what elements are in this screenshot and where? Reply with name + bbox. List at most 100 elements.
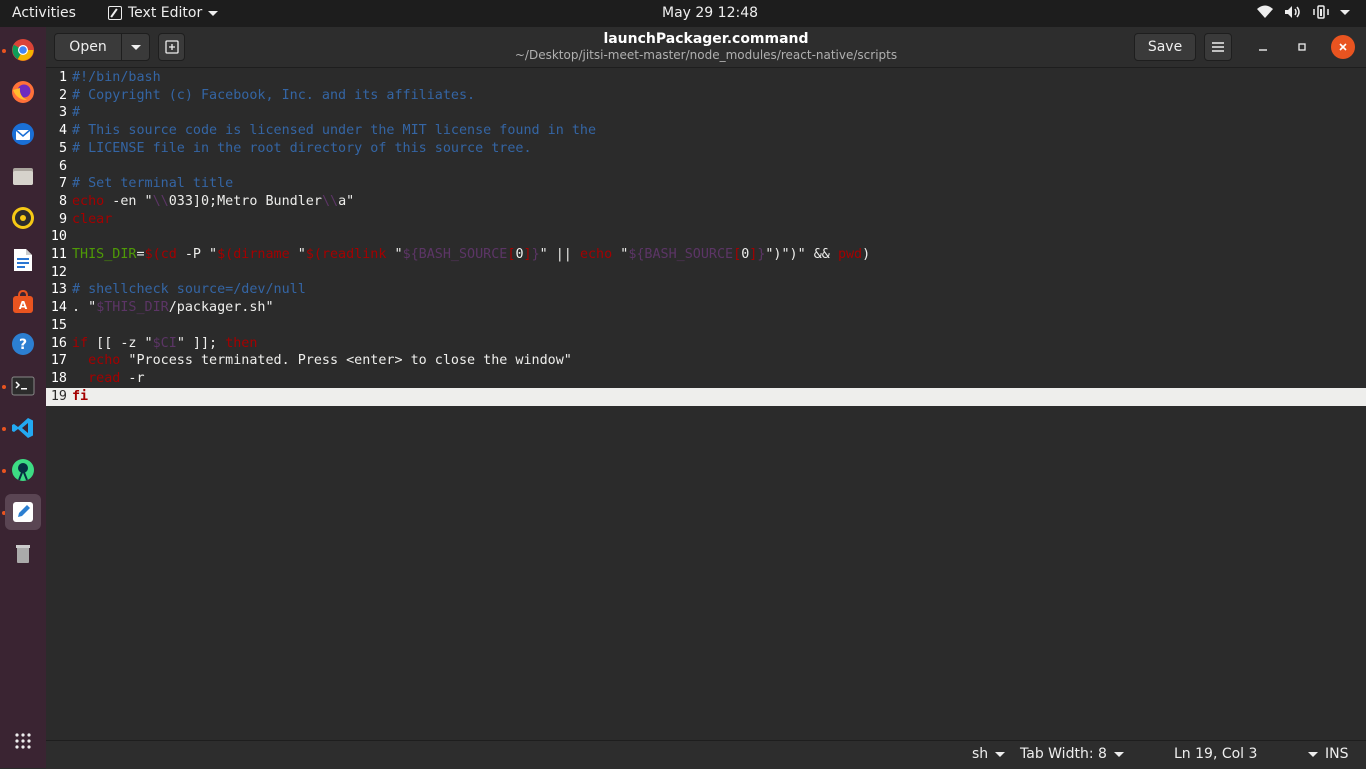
help-icon[interactable]: ? (5, 326, 41, 362)
chrome-icon[interactable] (5, 32, 41, 68)
close-button[interactable] (1331, 35, 1355, 59)
line-number: 12 (50, 264, 67, 280)
tab-width-label: Tab Width: 8 (1020, 746, 1107, 762)
line-number: 9 (58, 211, 67, 227)
code-line[interactable]: 7 # Set terminal title (46, 175, 1366, 193)
save-button[interactable]: Save (1134, 33, 1196, 61)
rhythmbox-icon[interactable] (5, 200, 41, 236)
code-editor[interactable]: 1 #!/bin/bash 2 # Copyright (c) Facebook, I… (46, 68, 1366, 740)
line-number: 10 (50, 229, 67, 245)
code-line[interactable]: 1 #!/bin/bash (46, 69, 1366, 87)
line-text: #!/bin/bash (72, 70, 161, 85)
clock[interactable]: May 29 12:48 (662, 5, 758, 21)
code-line[interactable]: 5 # LICENSE file in the root directory of… (46, 140, 1366, 158)
code-line[interactable]: 12 (46, 264, 1366, 282)
activities-button[interactable]: Activities (12, 5, 76, 21)
line-number: 13 (50, 282, 67, 298)
cursor-position-label: Ln 19, Col 3 (1174, 746, 1258, 762)
battery-icon (1313, 5, 1329, 19)
chevron-down-icon (1113, 751, 1124, 757)
hamburger-menu-button[interactable] (1204, 33, 1232, 61)
line-number: 14 (50, 300, 67, 316)
tab-width-selector[interactable]: Tab Width: 8 (1020, 746, 1124, 762)
app-menu[interactable]: Text Editor (108, 5, 219, 21)
maximize-button[interactable] (1290, 35, 1314, 59)
line-text: . "$THIS_DIR/packager.sh" (72, 300, 274, 316)
code-line[interactable]: 6 (46, 158, 1366, 176)
line-text: clear (72, 211, 113, 227)
line-text: # This source code is licensed under the… (72, 123, 597, 139)
maximize-icon (1298, 43, 1306, 51)
line-text: read -r (88, 370, 145, 386)
code-line[interactable]: 18 read -r (46, 370, 1366, 388)
code-line[interactable]: 11 THIS_DIR=$(cd -P "$(dirname "$(readlin… (46, 246, 1366, 264)
line-text: # LICENSE file in the root directory of … (72, 140, 532, 156)
line-text: # shellcheck source=/dev/null (72, 282, 306, 298)
software-icon[interactable]: A (5, 284, 41, 320)
wifi-icon (1257, 5, 1273, 18)
language-label: sh (972, 746, 989, 762)
code-line[interactable]: 15 (46, 317, 1366, 335)
text-editor-icon[interactable] (5, 494, 41, 530)
chevron-down-icon (1308, 751, 1319, 757)
line-number: 5 (58, 140, 67, 156)
language-selector[interactable]: sh (972, 746, 1006, 762)
code-line[interactable]: 10 (46, 228, 1366, 246)
files-icon[interactable] (5, 158, 41, 194)
firefox-icon[interactable] (5, 74, 41, 110)
cursor-position-selector[interactable]: Ln 19, Col 3 (1174, 746, 1319, 762)
android-studio-icon[interactable] (5, 452, 41, 488)
terminal-icon[interactable] (5, 368, 41, 404)
top-bar: Activities Text Editor May 29 12:48 (0, 0, 1366, 27)
hamburger-icon (1212, 42, 1224, 52)
line-number: 3 (58, 105, 67, 121)
line-number: 8 (58, 193, 67, 209)
code-line[interactable]: 17 echo "Process terminated. Press <ente… (46, 352, 1366, 370)
code-line[interactable]: 2 # Copyright (c) Facebook, Inc. and its … (46, 87, 1366, 105)
code-line[interactable]: 9 clear (46, 211, 1366, 229)
code-line[interactable]: 19 fi (46, 387, 1366, 406)
insert-mode-indicator: INS (1325, 746, 1349, 762)
code-line[interactable]: 8 echo -en "\\033]0;Metro Bundler\\a" (46, 193, 1366, 211)
code-line[interactable]: 16 if [[ -z "$CI" ]]; then (46, 335, 1366, 353)
chevron-down-icon (995, 751, 1006, 757)
line-text: if [[ -z "$CI" ]]; then (72, 335, 258, 351)
minimize-button[interactable] (1251, 35, 1275, 59)
line-number: 1 (58, 70, 67, 85)
line-text: # Set terminal title (72, 176, 234, 192)
volume-icon (1285, 6, 1300, 18)
line-number: 2 (58, 87, 67, 103)
vscode-icon[interactable] (5, 410, 41, 446)
line-text: fi (72, 388, 89, 404)
line-text: echo -en "\\033]0;Metro Bundler\\a" (72, 193, 355, 209)
text-editor-app-icon (108, 6, 122, 20)
line-text: # Copyright (c) Facebook, Inc. and its a… (72, 87, 476, 103)
thunderbird-icon[interactable] (5, 116, 41, 152)
trash-icon[interactable] (5, 536, 41, 572)
system-tray[interactable] (1256, 5, 1350, 19)
line-number: 15 (50, 317, 67, 333)
code-line[interactable]: 3 # (46, 104, 1366, 122)
line-number: 16 (50, 335, 67, 351)
chevron-down-icon (208, 10, 219, 16)
line-text: echo "Process terminated. Press <enter> … (88, 353, 572, 369)
line-number: 17 (50, 353, 67, 369)
header-bar: Open launchPackager.command ~/Desktop/ji… (46, 27, 1366, 68)
minimize-icon (1259, 49, 1267, 51)
line-text: # (72, 105, 81, 121)
dock: A ? (0, 27, 46, 768)
svg-text:A: A (19, 299, 28, 312)
code-line[interactable]: 13 # shellcheck source=/dev/null (46, 281, 1366, 299)
line-number: 18 (50, 370, 67, 386)
code-line[interactable]: 14 . "$THIS_DIR/packager.sh" (46, 299, 1366, 317)
writer-icon[interactable] (5, 242, 41, 278)
line-number: 11 (50, 247, 67, 262)
svg-text:?: ? (19, 337, 27, 353)
app-menu-label: Text Editor (128, 5, 203, 21)
show-applications-icon[interactable] (14, 732, 32, 754)
code-line[interactable]: 4 # This source code is licensed under th… (46, 122, 1366, 140)
line-text: THIS_DIR=$(cd -P "$(dirname "$(readlink … (72, 247, 871, 262)
chevron-down-icon (1340, 9, 1350, 15)
line-number: 7 (58, 176, 67, 192)
close-icon (1339, 43, 1347, 51)
